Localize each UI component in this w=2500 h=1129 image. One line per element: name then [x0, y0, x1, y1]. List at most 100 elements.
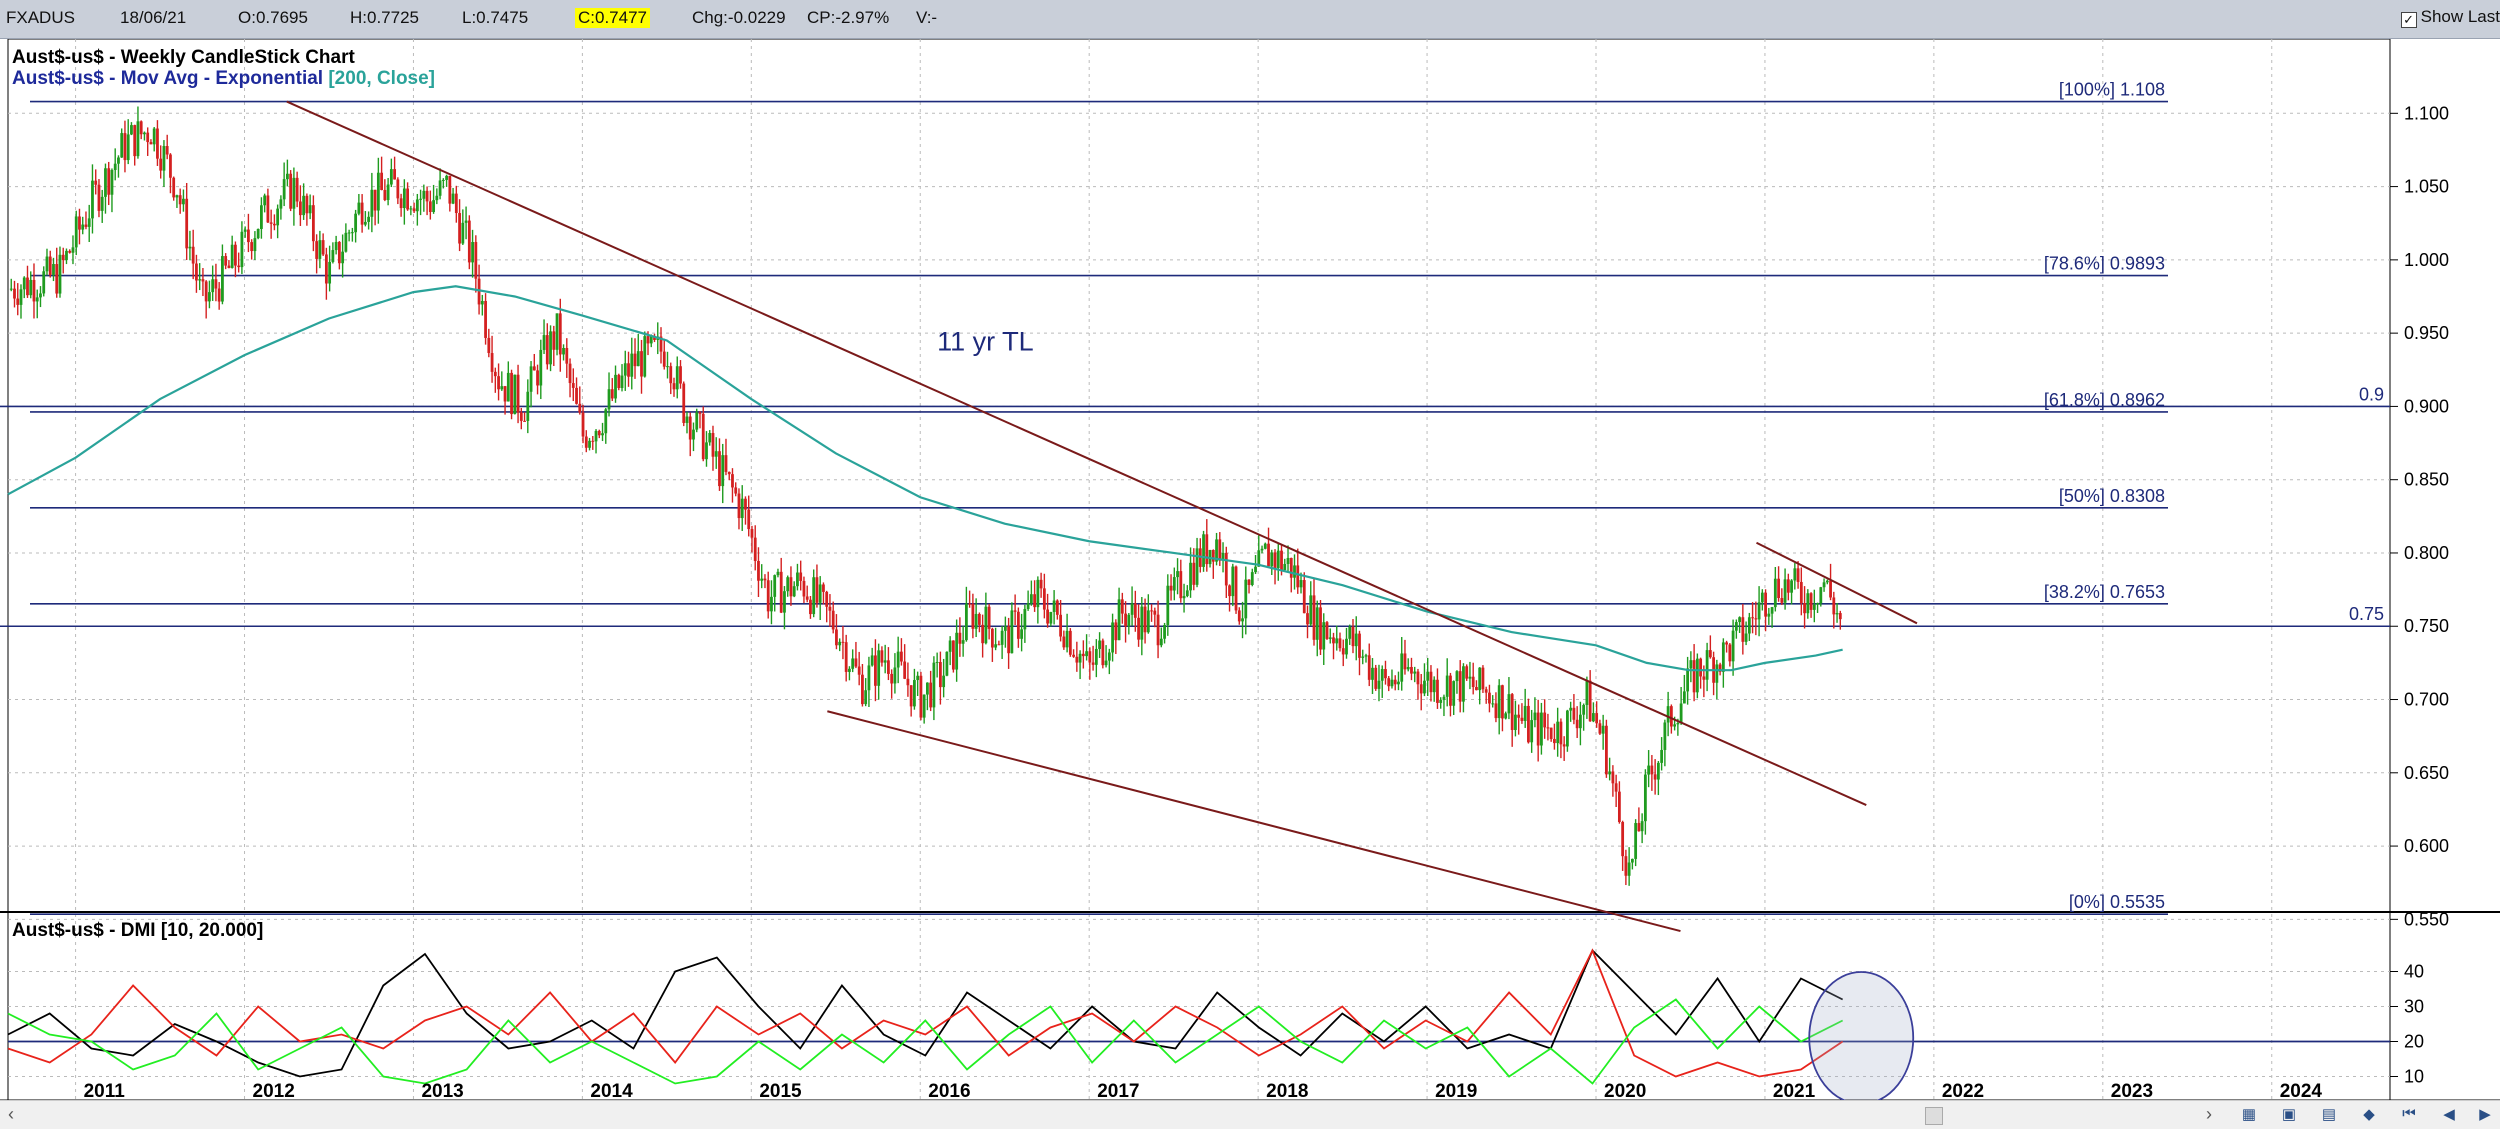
candle-body — [1530, 720, 1534, 743]
candle-body — [727, 471, 731, 475]
candle-body — [964, 603, 968, 641]
candle-body — [195, 263, 198, 281]
candle-body — [347, 232, 351, 234]
candle-body — [1754, 618, 1758, 620]
candle-body — [698, 412, 702, 414]
step-forward-icon[interactable]: ▶ — [2474, 1105, 2496, 1123]
candle-body — [786, 577, 790, 592]
candle-body — [1592, 713, 1595, 722]
candle-body — [1728, 644, 1732, 662]
change-label: Chg:-0.0229 — [692, 8, 786, 27]
candle-body — [1406, 667, 1410, 670]
horizontal-scrollbar[interactable]: ‹ › ▦ ▣ ▤ ◆ ⏮ ◀ ▶ — [0, 1100, 2500, 1129]
x-tick-label: 2023 — [2111, 1081, 2153, 1100]
candle-body — [1419, 684, 1423, 694]
candle-body — [1653, 774, 1657, 780]
y-tick-label: 1.000 — [2404, 250, 2449, 270]
candle-body — [1124, 613, 1127, 627]
checkbox-check-icon[interactable]: ✓ — [2400, 12, 2417, 28]
candle-body — [1068, 630, 1072, 655]
fit-chart-icon[interactable]: ▤ — [2318, 1105, 2340, 1123]
candle-body — [399, 198, 403, 209]
candle-body — [1224, 552, 1228, 586]
y-tick-label: 1.050 — [2404, 177, 2449, 197]
candle-body — [822, 584, 825, 592]
candle-body — [1302, 580, 1306, 614]
show-last-checkbox[interactable]: ✓ Show Last — [2400, 7, 2500, 28]
candle-body — [1371, 667, 1374, 680]
candle-body — [851, 658, 855, 669]
candle-body — [1380, 669, 1384, 681]
candle-body — [334, 241, 338, 251]
candle-body — [688, 416, 692, 440]
candle-body — [558, 313, 562, 355]
candle-body — [1595, 713, 1599, 724]
candle-body — [1514, 714, 1517, 731]
ema-line — [7, 285, 1843, 672]
candle-body — [1046, 609, 1050, 624]
candle-body — [1283, 563, 1287, 571]
zoom-in-icon[interactable]: ▦ — [2238, 1105, 2260, 1123]
candle-body — [367, 216, 371, 222]
candle-body — [415, 199, 419, 212]
indicator-title: Aust$-us$ - Mov Avg - Exponential [200, … — [12, 68, 435, 89]
candle-body — [770, 596, 773, 612]
y-tick-label: 0.850 — [2404, 470, 2449, 490]
candle-body — [903, 661, 907, 679]
candle-body — [1062, 636, 1066, 648]
candle-body — [1182, 596, 1186, 599]
candle-body — [549, 331, 552, 365]
candle-body — [331, 250, 335, 262]
candle-body — [9, 288, 13, 290]
candle-body — [65, 250, 68, 261]
candle-body — [1780, 598, 1784, 603]
candle-body — [734, 487, 738, 494]
scroll-right-icon[interactable]: › — [2206, 1104, 2212, 1125]
candle-body — [1673, 724, 1677, 727]
candle-body — [627, 363, 630, 377]
candle-body — [1504, 713, 1508, 719]
candle-body — [1358, 633, 1361, 658]
candle-body — [1263, 543, 1267, 549]
scroll-both-icon[interactable]: ◆ — [2358, 1105, 2380, 1123]
candle-body — [464, 220, 468, 223]
candle-body — [724, 455, 728, 472]
candle-body — [1835, 613, 1839, 615]
candle-body — [1488, 692, 1491, 704]
candle-body — [510, 372, 513, 415]
candle-body — [1354, 633, 1358, 647]
candle-body — [542, 335, 546, 350]
scroll-left-icon[interactable]: ‹ — [8, 1104, 14, 1125]
go-start-icon[interactable]: ⏮ — [2398, 1105, 2420, 1123]
scrollbar-thumb[interactable] — [1925, 1107, 1943, 1125]
candle-body — [744, 498, 747, 510]
candle-body — [643, 336, 647, 377]
price-chart[interactable]: [100%] 1.108[78.6%] 0.9893[61.8%] 0.8962… — [0, 39, 2500, 1100]
candle-body — [1783, 579, 1787, 603]
candle-body — [74, 216, 78, 248]
candle-body — [737, 493, 741, 519]
candle-body — [1241, 618, 1244, 622]
candle-body — [1764, 592, 1767, 617]
candle-body — [1133, 603, 1137, 618]
candle-body — [646, 336, 650, 344]
candle-body — [1228, 585, 1231, 597]
candle-body — [701, 413, 705, 460]
candle-body — [1520, 717, 1524, 721]
candle-body — [1335, 638, 1339, 644]
candle-body — [1822, 582, 1826, 588]
candle-body — [1614, 783, 1618, 792]
open-label: O:0.7695 — [238, 8, 308, 27]
zoom-out-icon[interactable]: ▣ — [2278, 1105, 2300, 1123]
candle-body — [1033, 594, 1037, 608]
step-back-icon[interactable]: ◀ — [2438, 1105, 2460, 1123]
candle-body — [1341, 648, 1345, 655]
candle-body — [1692, 660, 1696, 693]
candle-body — [81, 224, 85, 230]
candle-body — [211, 279, 215, 293]
candle-body — [1556, 721, 1560, 744]
candle-body — [22, 277, 26, 290]
candle-body — [1660, 749, 1664, 763]
candle-body — [1634, 823, 1638, 859]
candle-body — [1809, 593, 1813, 610]
